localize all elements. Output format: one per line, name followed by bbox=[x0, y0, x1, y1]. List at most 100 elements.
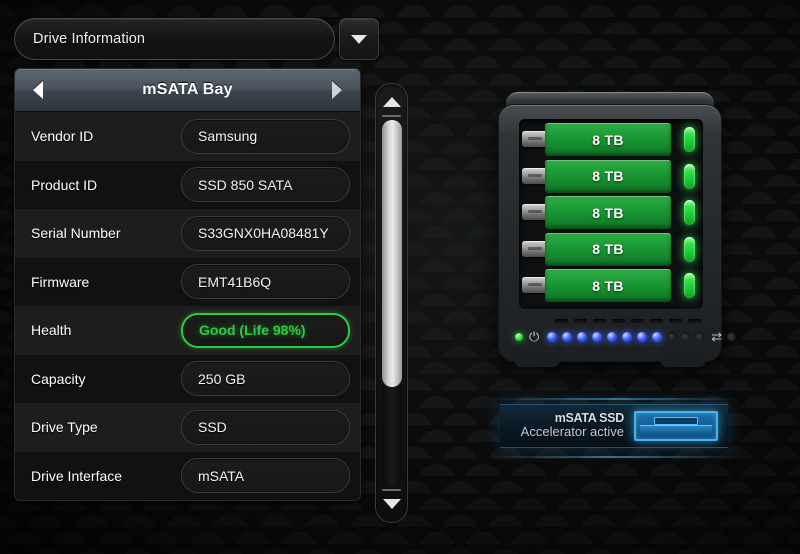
activity-led-icon bbox=[577, 331, 588, 342]
row-label: Serial Number bbox=[31, 225, 121, 242]
vent-slot bbox=[669, 319, 682, 323]
power-status-led-icon bbox=[515, 332, 523, 341]
drive-bay[interactable]: 8 TB bbox=[522, 232, 697, 266]
bay-status-led-icon bbox=[684, 236, 695, 262]
ssd-card-icon bbox=[634, 411, 718, 441]
activity-led-off-icon bbox=[695, 332, 705, 341]
status-badge: Good (Life 98%) bbox=[181, 312, 350, 348]
bay-header: mSATA Bay bbox=[15, 69, 360, 112]
table-row: Drive Interface mSATA bbox=[15, 451, 360, 500]
table-row: Drive Type SSD bbox=[15, 403, 360, 452]
table-row: Capacity 250 GB bbox=[15, 354, 360, 403]
row-label: Firmware bbox=[31, 273, 90, 290]
row-label: Health bbox=[31, 322, 72, 339]
row-value: 250 GB bbox=[181, 361, 350, 397]
drive-bay[interactable]: 8 TB bbox=[522, 269, 697, 303]
vent-slot bbox=[650, 319, 663, 323]
drive-bay[interactable]: 8 TB bbox=[522, 196, 697, 230]
bay-next-button[interactable] bbox=[328, 81, 346, 99]
row-value: Samsung bbox=[181, 118, 350, 154]
drive-bay[interactable]: 8 TB bbox=[522, 159, 697, 193]
vent-slot bbox=[612, 319, 625, 323]
bay-status-led-icon bbox=[684, 163, 695, 189]
bay-status-led-icon bbox=[684, 127, 695, 152]
nas-chassis-body: 8 TB 8 TB 8 TB 8 TB 8 TB ⏻ ⇄ bbox=[498, 104, 737, 362]
activity-led-off-icon bbox=[681, 332, 691, 341]
row-label: Drive Type bbox=[31, 419, 98, 436]
activity-led-off-icon bbox=[667, 332, 677, 341]
row-value: S33GNX0HA08481Y bbox=[181, 215, 350, 251]
activity-led-icon bbox=[592, 331, 603, 342]
network-led-icon bbox=[727, 332, 737, 341]
table-row-health: Health Good (Life 98%) bbox=[15, 306, 360, 355]
drive-information-dropdown[interactable]: Drive Information bbox=[14, 18, 379, 60]
drive-info-panel: Drive Information mSATA Bay Vendor ID Sa… bbox=[14, 18, 410, 523]
bay-capacity-label: 8 TB bbox=[592, 131, 624, 148]
nas-foot bbox=[660, 358, 706, 367]
dropdown-select[interactable]: Drive Information bbox=[14, 18, 335, 60]
bay-face: 8 TB bbox=[545, 269, 671, 303]
row-label: Drive Interface bbox=[31, 467, 123, 484]
drive-bay[interactable]: 8 TB bbox=[522, 123, 697, 156]
arrow-left-icon bbox=[33, 81, 43, 99]
table-row: Vendor ID Samsung bbox=[15, 112, 360, 161]
bay-capacity-label: 8 TB bbox=[592, 168, 624, 185]
power-icon[interactable]: ⏻ bbox=[529, 330, 539, 343]
scrollbar-thumb[interactable] bbox=[381, 120, 402, 388]
table-row: Firmware EMT41B6Q bbox=[15, 257, 360, 306]
row-value: SSD 850 SATA bbox=[181, 167, 350, 203]
accelerator-line2: Accelerator active bbox=[520, 424, 624, 440]
vent-slot bbox=[574, 319, 587, 323]
vent-slot bbox=[555, 319, 568, 323]
nas-device-illustration: 8 TB 8 TB 8 TB 8 TB 8 TB ⏻ ⇄ bbox=[498, 92, 737, 380]
bay-face: 8 TB bbox=[545, 159, 671, 193]
activity-led-icon bbox=[637, 331, 648, 342]
nas-front-panel: ⏻ ⇄ bbox=[515, 319, 737, 359]
arrow-right-icon bbox=[332, 81, 342, 99]
bay-face: 8 TB bbox=[545, 123, 671, 156]
vent-slot bbox=[631, 319, 644, 323]
row-value: mSATA bbox=[181, 458, 350, 494]
row-value: EMT41B6Q bbox=[181, 264, 350, 300]
bay-status-led-icon bbox=[684, 200, 695, 226]
accelerator-text: mSATA SSD Accelerator active bbox=[510, 411, 634, 440]
bay-prev-button[interactable] bbox=[29, 81, 47, 99]
row-label: Capacity bbox=[31, 370, 86, 387]
activity-led-icon bbox=[562, 331, 573, 342]
scrollbar-divider bbox=[382, 115, 401, 117]
drive-info-card: mSATA Bay Vendor ID Samsung Product ID S… bbox=[14, 68, 361, 501]
status-led-row: ⏻ ⇄ bbox=[515, 330, 737, 343]
accelerator-glow-line bbox=[490, 456, 738, 458]
activity-led-icon bbox=[607, 331, 618, 342]
vertical-scrollbar[interactable] bbox=[375, 83, 408, 523]
activity-led-icon bbox=[547, 331, 558, 342]
vent-slot bbox=[688, 319, 701, 323]
row-label: Vendor ID bbox=[31, 128, 94, 145]
bay-capacity-label: 8 TB bbox=[592, 241, 624, 258]
nas-feet bbox=[508, 358, 712, 368]
bay-status-led-icon bbox=[684, 273, 695, 299]
dropdown-toggle-button[interactable] bbox=[339, 18, 379, 60]
nas-foot bbox=[514, 358, 560, 367]
arrow-down-icon bbox=[382, 499, 401, 509]
activity-led-icon bbox=[622, 331, 633, 342]
scroll-down-button[interactable] bbox=[376, 491, 407, 517]
accelerator-glow-line bbox=[490, 398, 738, 400]
bay-face: 8 TB bbox=[545, 196, 671, 230]
activity-led-icon bbox=[652, 331, 663, 342]
bay-capacity-label: 8 TB bbox=[592, 277, 624, 294]
arrow-up-icon bbox=[382, 97, 401, 107]
table-row: Product ID SSD 850 SATA bbox=[15, 160, 360, 209]
scrollbar-track[interactable] bbox=[381, 120, 402, 486]
bay-title: mSATA Bay bbox=[142, 81, 233, 98]
chevron-down-icon bbox=[351, 34, 367, 44]
bay-face: 8 TB bbox=[545, 232, 671, 266]
table-row: Serial Number S33GNX0HA08481Y bbox=[15, 209, 360, 258]
accelerator-banner: mSATA SSD Accelerator active bbox=[500, 404, 728, 448]
row-value: SSD bbox=[181, 409, 350, 445]
drive-bay-well: 8 TB 8 TB 8 TB 8 TB 8 TB bbox=[519, 119, 703, 309]
row-label: Product ID bbox=[31, 176, 98, 193]
scroll-up-button[interactable] bbox=[376, 89, 407, 115]
vent-slot bbox=[593, 319, 606, 323]
vent-grill bbox=[555, 319, 701, 323]
